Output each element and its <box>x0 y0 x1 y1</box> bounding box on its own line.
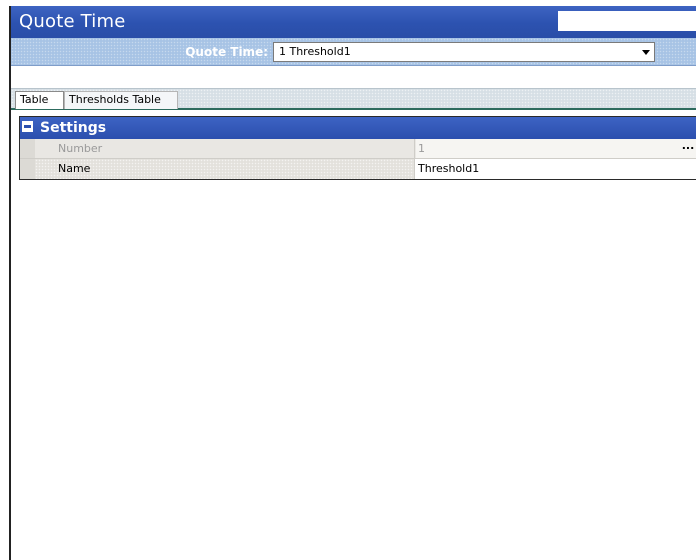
property-row-number[interactable]: Number 1 ... <box>20 139 696 159</box>
property-value: 1 <box>416 139 656 158</box>
window-title: Quote Time <box>19 11 126 32</box>
ellipsis-icon[interactable]: ... <box>681 140 695 156</box>
quote-time-dropdown[interactable]: 1 Threshold1 <box>273 42 655 62</box>
quote-time-selector-bar: Quote Time: 1 Threshold1 <box>11 38 696 66</box>
property-name: Name <box>35 159 415 179</box>
title-search-field[interactable] <box>558 11 696 31</box>
property-row-name[interactable]: Name Threshold1 <box>20 159 696 179</box>
category-settings[interactable]: Settings <box>20 117 696 139</box>
property-grid: Settings Number 1 ... Name Threshold1 <box>19 116 696 180</box>
quote-time-window: Quote Time Quote Time: 1 Threshold1 Tabl… <box>9 6 696 560</box>
quote-time-label: Quote Time: <box>185 45 268 59</box>
tab-table[interactable]: Table <box>15 91 64 109</box>
minus-box-icon[interactable] <box>22 121 33 132</box>
property-value-input[interactable]: Threshold1 <box>416 159 656 179</box>
title-bar: Quote Time <box>11 6 696 38</box>
quote-time-selected-value: 1 Threshold1 <box>279 45 351 58</box>
category-label: Settings <box>40 120 107 136</box>
chevron-down-icon <box>642 49 650 55</box>
property-name: Number <box>35 139 415 158</box>
tab-thresholds-table[interactable]: Thresholds Table <box>64 91 178 109</box>
dropdown-button[interactable] <box>638 43 654 61</box>
tab-strip: Table Thresholds Table <box>11 88 696 110</box>
